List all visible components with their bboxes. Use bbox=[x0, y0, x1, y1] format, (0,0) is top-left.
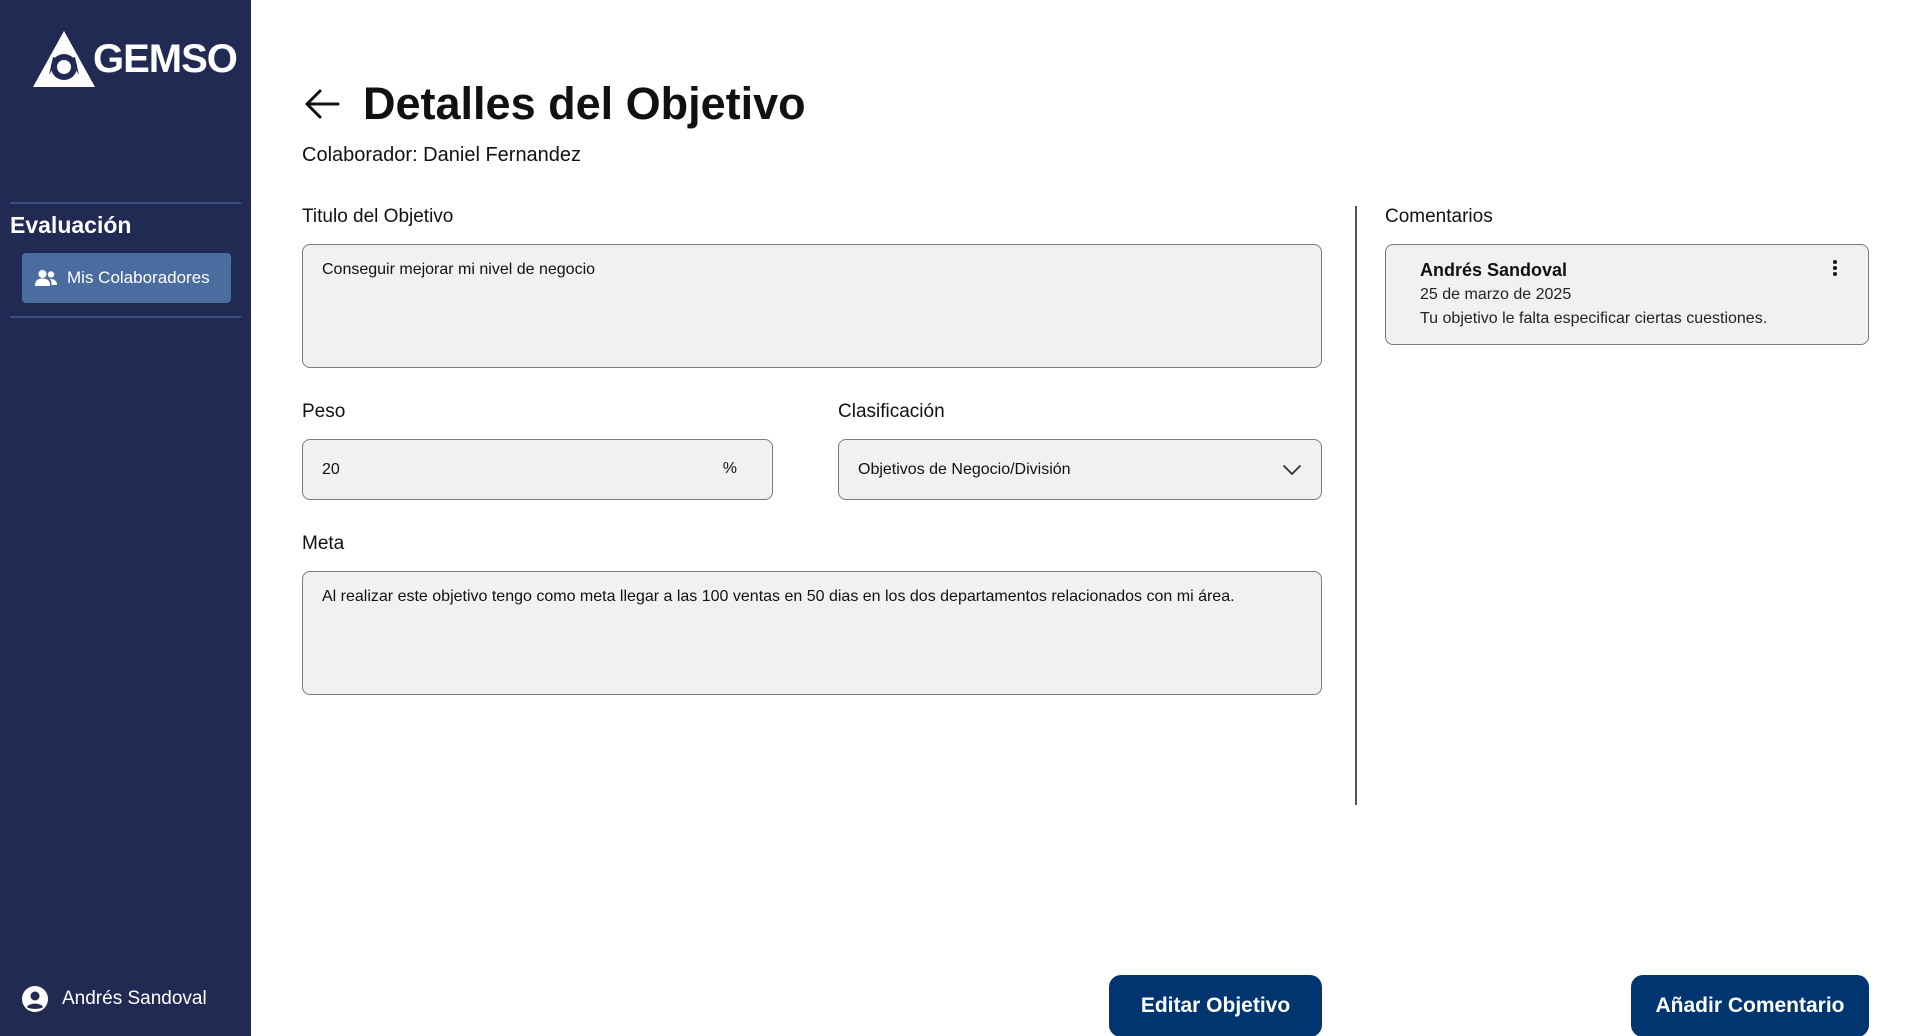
user-profile[interactable]: Andrés Sandoval bbox=[22, 986, 207, 1012]
sidebar-item-mis-colaboradores[interactable]: Mis Colaboradores bbox=[22, 253, 231, 303]
meta-field[interactable]: Al realizar este objetivo tengo como met… bbox=[302, 571, 1322, 695]
page-title: Detalles del Objetivo bbox=[363, 78, 806, 129]
collaborator-label: Colaborador: Daniel Fernandez bbox=[302, 144, 582, 166]
peso-label: Peso bbox=[302, 401, 346, 422]
titulo-value: Conseguir mejorar mi nivel de negocio bbox=[322, 261, 596, 278]
users-icon bbox=[35, 270, 57, 286]
comment-author: Andrés Sandoval bbox=[1420, 260, 1568, 280]
logo-mark-icon bbox=[33, 31, 95, 87]
sidebar-divider bbox=[10, 202, 241, 204]
meta-label: Meta bbox=[302, 533, 345, 554]
peso-unit: % bbox=[722, 460, 737, 477]
titulo-label: Titulo del Objetivo bbox=[302, 206, 454, 227]
logo-text: GEMSO bbox=[93, 36, 238, 81]
peso-value: 20 bbox=[322, 460, 340, 478]
user-name: Andrés Sandoval bbox=[62, 988, 207, 1009]
clasificacion-value: Objetivos de Negocio/División bbox=[858, 460, 1071, 478]
comment-date: 25 de marzo de 2025 bbox=[1420, 286, 1572, 303]
comentarios-label: Comentarios bbox=[1385, 206, 1493, 227]
add-comment-button[interactable]: Añadir Comentario bbox=[1631, 975, 1869, 1036]
more-options-icon[interactable] bbox=[1832, 259, 1838, 282]
comment-text: Tu objetivo le falta especificar ciertas… bbox=[1420, 310, 1768, 327]
sidebar: GEMSO Evaluación Mis Colaboradores André… bbox=[0, 0, 251, 1036]
edit-objective-button[interactable]: Editar Objetivo bbox=[1109, 975, 1322, 1036]
back-arrow-icon[interactable] bbox=[302, 84, 342, 129]
titulo-field[interactable]: Conseguir mejorar mi nivel de negocio bbox=[302, 244, 1322, 368]
user-avatar-icon bbox=[22, 986, 48, 1012]
vertical-divider bbox=[1355, 206, 1357, 805]
sidebar-divider bbox=[10, 316, 241, 318]
comment-card: Andrés Sandoval 25 de marzo de 2025 Tu o… bbox=[1385, 244, 1869, 345]
meta-value: Al realizar este objetivo tengo como met… bbox=[322, 588, 1235, 605]
gemso-logo: GEMSO bbox=[31, 27, 238, 91]
clasificacion-select[interactable]: Objetivos de Negocio/División bbox=[838, 439, 1322, 500]
sidebar-section-title: Evaluación bbox=[10, 212, 132, 238]
clasificacion-label: Clasificación bbox=[838, 401, 945, 422]
chevron-down-icon bbox=[1283, 464, 1301, 475]
peso-field[interactable]: 20 % bbox=[302, 439, 773, 500]
sidebar-item-label: Mis Colaboradores bbox=[67, 268, 210, 287]
